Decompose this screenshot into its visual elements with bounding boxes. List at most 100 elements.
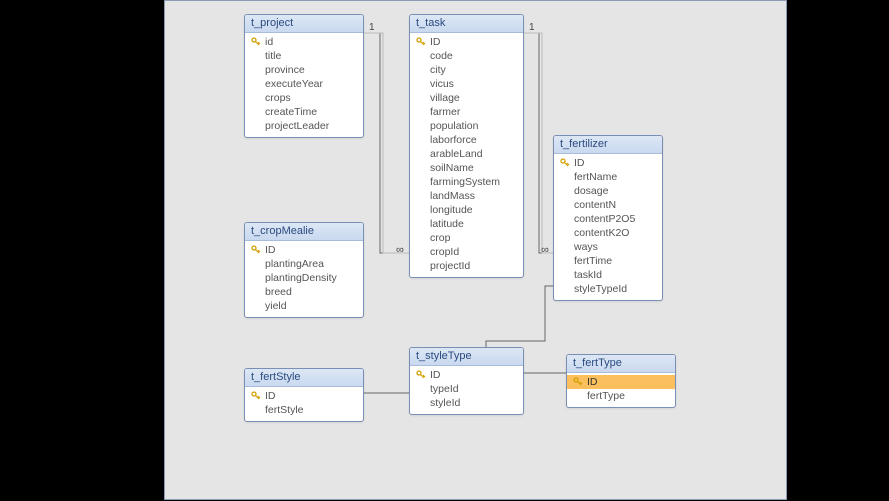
column-name: ways: [572, 240, 598, 254]
column-name: plantingArea: [263, 257, 324, 271]
table-header[interactable]: t_project: [245, 15, 363, 33]
column-row[interactable]: plantingArea: [245, 257, 363, 271]
column-name: breed: [263, 285, 292, 299]
column-row[interactable]: village: [410, 91, 523, 105]
column-name: styleId: [428, 396, 460, 410]
column-row[interactable]: projectLeader: [245, 119, 363, 133]
column-row[interactable]: breed: [245, 285, 363, 299]
column-name: ID: [263, 243, 276, 257]
column-name: longitude: [428, 203, 473, 217]
table-body: IDcodecityvicusvillagefarmerpopulationla…: [410, 33, 523, 277]
column-row[interactable]: contentN: [554, 198, 662, 212]
table-header[interactable]: t_cropMealie: [245, 223, 363, 241]
column-name: fertName: [572, 170, 617, 184]
column-row[interactable]: typeId: [410, 382, 523, 396]
column-row[interactable]: title: [245, 49, 363, 63]
table-header[interactable]: t_fertStyle: [245, 369, 363, 387]
column-row[interactable]: latitude: [410, 217, 523, 231]
column-name: ID: [428, 368, 441, 382]
column-row[interactable]: vicus: [410, 77, 523, 91]
column-row[interactable]: fertTime: [554, 254, 662, 268]
column-name: ID: [585, 375, 598, 389]
column-row[interactable]: ID: [245, 243, 363, 257]
table-t_fertStyle[interactable]: t_fertStyle IDfertStyle: [244, 368, 364, 422]
column-row[interactable]: laborforce: [410, 133, 523, 147]
table-header[interactable]: t_fertilizer: [554, 136, 662, 154]
column-row[interactable]: ID: [567, 375, 675, 389]
column-row[interactable]: yield: [245, 299, 363, 313]
column-row[interactable]: crops: [245, 91, 363, 105]
column-row[interactable]: crop: [410, 231, 523, 245]
column-name: cropId: [428, 245, 459, 259]
column-row[interactable]: landMass: [410, 189, 523, 203]
column-name: contentK2O: [572, 226, 629, 240]
column-row[interactable]: ID: [245, 389, 363, 403]
table-body: IDfertNamedosagecontentNcontentP2O5conte…: [554, 154, 662, 300]
column-name: yield: [263, 299, 287, 313]
primary-key-icon: [558, 158, 572, 168]
cardinality-infinity: ∞: [395, 245, 404, 255]
column-row[interactable]: fertName: [554, 170, 662, 184]
cardinality-1: 1: [368, 23, 376, 33]
column-row[interactable]: ID: [410, 368, 523, 382]
column-name: crops: [263, 91, 291, 105]
column-row[interactable]: taskId: [554, 268, 662, 282]
column-row[interactable]: contentK2O: [554, 226, 662, 240]
column-name: createTime: [263, 105, 317, 119]
column-name: contentN: [572, 198, 616, 212]
column-row[interactable]: city: [410, 63, 523, 77]
cardinality-1: 1: [528, 23, 536, 33]
column-name: fertType: [585, 389, 625, 403]
column-row[interactable]: plantingDensity: [245, 271, 363, 285]
column-name: executeYear: [263, 77, 323, 91]
column-row[interactable]: projectId: [410, 259, 523, 273]
column-row[interactable]: province: [245, 63, 363, 77]
column-name: latitude: [428, 217, 464, 231]
column-name: farmer: [428, 105, 460, 119]
column-row[interactable]: code: [410, 49, 523, 63]
table-t_fertType[interactable]: t_fertType IDfertType: [566, 354, 676, 408]
primary-key-icon: [249, 245, 263, 255]
primary-key-icon: [249, 37, 263, 47]
column-row[interactable]: farmer: [410, 105, 523, 119]
column-name: farmingSystem: [428, 175, 500, 189]
table-body: IDtypeIdstyleId: [410, 366, 523, 414]
column-row[interactable]: farmingSystem: [410, 175, 523, 189]
table-header[interactable]: t_styleType: [410, 348, 523, 366]
column-row[interactable]: executeYear: [245, 77, 363, 91]
column-name: plantingDensity: [263, 271, 337, 285]
column-name: ID: [572, 156, 585, 170]
table-t_cropMealie[interactable]: t_cropMealie IDplantingAreaplantingDensit…: [244, 222, 364, 318]
table-header[interactable]: t_fertType: [567, 355, 675, 373]
column-row[interactable]: fertStyle: [245, 403, 363, 417]
column-row[interactable]: ID: [410, 35, 523, 49]
column-row[interactable]: soilName: [410, 161, 523, 175]
column-row[interactable]: longitude: [410, 203, 523, 217]
column-row[interactable]: cropId: [410, 245, 523, 259]
column-name: soilName: [428, 161, 474, 175]
column-name: population: [428, 119, 478, 133]
table-body: idtitleprovinceexecuteYearcropscreateTim…: [245, 33, 363, 137]
column-row[interactable]: id: [245, 35, 363, 49]
column-name: city: [428, 63, 446, 77]
diagram-canvas[interactable]: 1 ∞ 1 ∞ t_projectidtitleprovinceexecuteY…: [164, 0, 787, 500]
table-t_styleType[interactable]: t_styleTypeIDtypeIdstyleId: [409, 347, 524, 415]
column-row[interactable]: contentP2O5: [554, 212, 662, 226]
column-row[interactable]: ID: [554, 156, 662, 170]
table-t_fertilizer[interactable]: t_fertilizerIDfertNamedosagecontentNcont…: [553, 135, 663, 301]
table-t_task[interactable]: t_taskIDcodecityvicusvillagefarmerpopula…: [409, 14, 524, 278]
column-row[interactable]: styleId: [410, 396, 523, 410]
column-row[interactable]: arableLand: [410, 147, 523, 161]
column-name: contentP2O5: [572, 212, 635, 226]
column-row[interactable]: fertType: [567, 389, 675, 403]
column-name: taskId: [572, 268, 602, 282]
column-row[interactable]: styleTypeId: [554, 282, 662, 296]
table-header[interactable]: t_task: [410, 15, 523, 33]
column-row[interactable]: population: [410, 119, 523, 133]
column-row[interactable]: ways: [554, 240, 662, 254]
table-t_project[interactable]: t_projectidtitleprovinceexecuteYearcrops…: [244, 14, 364, 138]
column-row[interactable]: createTime: [245, 105, 363, 119]
column-name: styleTypeId: [572, 282, 627, 296]
primary-key-icon: [414, 37, 428, 47]
column-row[interactable]: dosage: [554, 184, 662, 198]
